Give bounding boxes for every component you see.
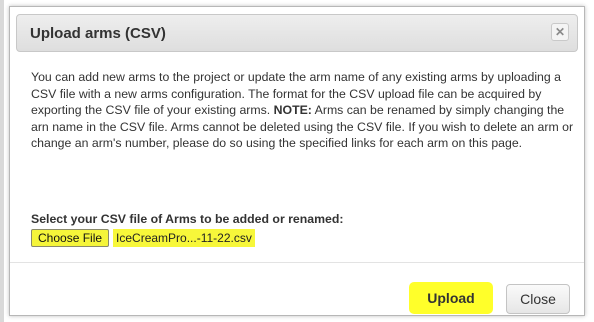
- upload-arms-dialog: Upload arms (CSV) ✕ You can add new arms…: [9, 6, 585, 316]
- dialog-footer-divider: [10, 262, 584, 263]
- dialog-title-bar: Upload arms (CSV) ✕: [16, 14, 578, 52]
- close-icon[interactable]: ✕: [551, 23, 569, 41]
- close-button[interactable]: Close: [506, 284, 570, 314]
- dialog-title: Upload arms (CSV): [30, 25, 166, 42]
- dialog-description: You can add new arms to the project or u…: [31, 69, 576, 152]
- upload-button[interactable]: Upload: [409, 282, 493, 314]
- file-select-label: Select your CSV file of Arms to be added…: [31, 212, 344, 226]
- dialog-body: You can add new arms to the project or u…: [31, 69, 576, 247]
- background-page-edge: [0, 0, 4, 322]
- file-input[interactable]: Choose File IceCreamPro...-11-22.csv: [31, 229, 255, 249]
- note-label: NOTE:: [273, 103, 312, 117]
- selected-file-name: IceCreamPro...-11-22.csv: [113, 229, 255, 247]
- choose-file-button[interactable]: Choose File: [31, 229, 110, 247]
